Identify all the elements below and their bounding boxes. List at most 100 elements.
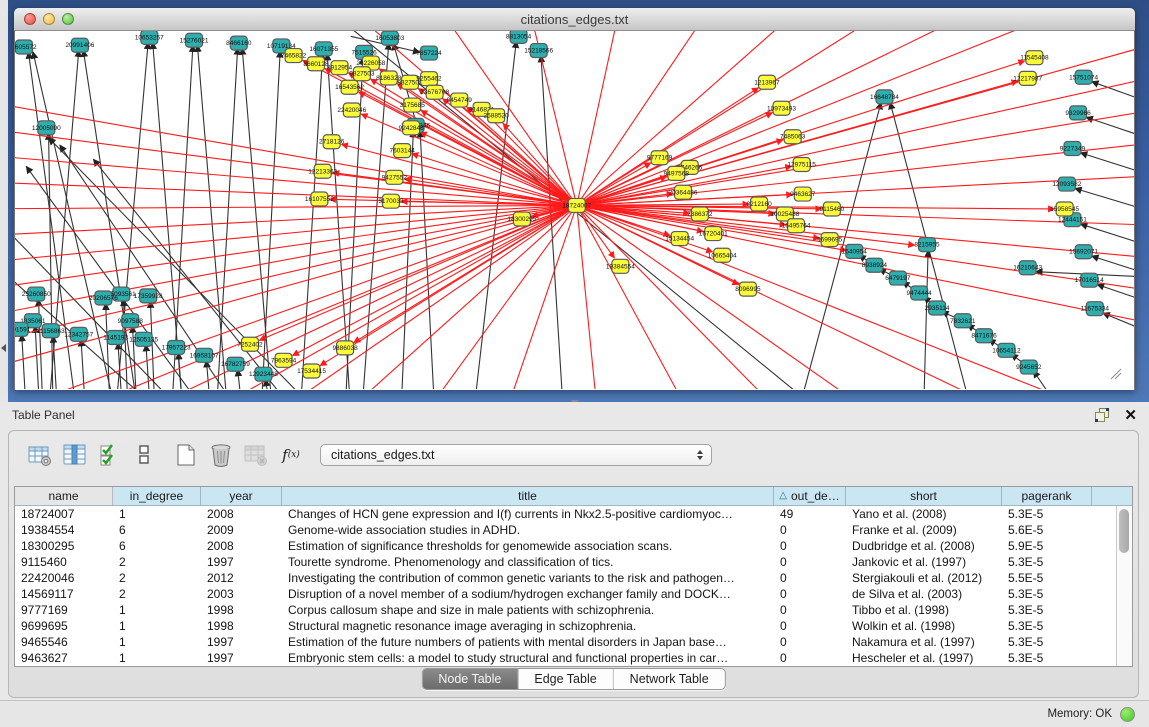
new-table-icon[interactable] [173, 442, 199, 468]
panel-collapse-arrow-icon[interactable] [1, 344, 6, 352]
table-row[interactable]: 1938455462009Genome-wide association stu… [15, 522, 1132, 538]
table-cell[interactable]: 0 [774, 651, 846, 665]
table-cell[interactable]: 0 [774, 603, 846, 617]
table-cell[interactable]: 0 [774, 587, 846, 601]
table-cell[interactable]: 6 [113, 523, 201, 537]
table-cell[interactable]: 0 [774, 619, 846, 633]
column-header-short[interactable]: short [846, 487, 1002, 505]
table-cell[interactable]: Hescheler et al. (1997) [846, 651, 1002, 665]
tab-network-table[interactable]: Network Table [613, 669, 725, 689]
table-cell[interactable]: 0 [774, 539, 846, 553]
table-cell[interactable]: Embryonic stem cells: a model to study s… [282, 651, 774, 665]
table-cell[interactable]: 0 [774, 523, 846, 537]
table-cell[interactable]: Tourette syndrome. Phenomenology and cla… [282, 555, 774, 569]
table-cell[interactable]: 1 [113, 635, 201, 649]
table-cell[interactable]: 1 [113, 619, 201, 633]
table-cell[interactable]: 18724007 [15, 507, 113, 521]
column-header-year[interactable]: year [201, 487, 282, 505]
network-graph[interactable]: 2605572209914061065325715276021846616010… [15, 31, 1134, 389]
table-cell[interactable]: 1997 [201, 635, 282, 649]
table-cell[interactable]: Estimation of the future numbers of pati… [282, 635, 774, 649]
scrollbar-thumb[interactable] [1119, 509, 1129, 553]
table-cell[interactable]: 2008 [201, 507, 282, 521]
table-cell[interactable]: 19384554 [15, 523, 113, 537]
table-cell[interactable]: Structural magnetic resonance image aver… [282, 619, 774, 633]
table-cell[interactable]: 2003 [201, 587, 282, 601]
table-row[interactable]: 946554611997Estimation of the future num… [15, 634, 1132, 650]
table-cell[interactable]: 1 [113, 651, 201, 665]
tab-node-table[interactable]: Node Table [422, 669, 517, 689]
network-canvas[interactable]: 2605572209914061065325715276021846616010… [14, 31, 1135, 390]
table-row[interactable]: 2242004622012Investigating the contribut… [15, 570, 1132, 586]
table-cell[interactable]: Franke et al. (2009) [846, 523, 1002, 537]
table-cell[interactable]: Stergiakouli et al. (2012) [846, 571, 1002, 585]
table-row[interactable]: 1872400712008Changes of HCN gene express… [15, 506, 1132, 522]
table-cell[interactable]: 2008 [201, 539, 282, 553]
table-cell[interactable]: 9115460 [15, 555, 113, 569]
close-window-button[interactable] [24, 13, 36, 25]
table-cell[interactable]: 1997 [201, 555, 282, 569]
table-row[interactable]: 911546021997Tourette syndrome. Phenomeno… [15, 554, 1132, 570]
column-header-name[interactable]: name [15, 487, 113, 505]
table-cell[interactable]: 2009 [201, 523, 282, 537]
table-cell[interactable]: 5.3E-5 [1002, 603, 1092, 617]
table-cell[interactable]: 1998 [201, 619, 282, 633]
column-header-title[interactable]: title [282, 487, 774, 505]
row-select-icon[interactable] [97, 442, 123, 468]
table-cell[interactable]: Yano et al. (2008) [846, 507, 1002, 521]
table-cell[interactable]: Changes of HCN gene expression and I(f) … [282, 507, 774, 521]
table-cell[interactable]: 0 [774, 635, 846, 649]
table-selector-dropdown[interactable]: citations_edges.txt [320, 444, 712, 466]
table-cell[interactable]: 1998 [201, 603, 282, 617]
table-cell[interactable]: 9465546 [15, 635, 113, 649]
network-window-titlebar[interactable]: citations_edges.txt [14, 8, 1135, 31]
table-row[interactable]: 946362711997Embryonic stem cells: a mode… [15, 650, 1132, 666]
table-cell[interactable]: 18300295 [15, 539, 113, 553]
table-cell[interactable]: Dudbridge et al. (2008) [846, 539, 1002, 553]
table-cell[interactable]: 2 [113, 587, 201, 601]
table-cell[interactable]: 49 [774, 507, 846, 521]
row-height-icon[interactable] [132, 442, 158, 468]
table-cell[interactable]: 2012 [201, 571, 282, 585]
table-cell[interactable]: Genome-wide association studies in ADHD. [282, 523, 774, 537]
table-cell[interactable]: Tibbo et al. (1998) [846, 603, 1002, 617]
table-cell[interactable]: 9463627 [15, 651, 113, 665]
table-cell[interactable]: Estimation of significance thresholds fo… [282, 539, 774, 553]
table-cell[interactable]: 2 [113, 571, 201, 585]
table-cell[interactable]: Disruption of a novel member of a sodium… [282, 587, 774, 601]
table-cell[interactable]: 2 [113, 555, 201, 569]
table-cell[interactable]: 5.9E-5 [1002, 539, 1092, 553]
column-header-pagerank[interactable]: pagerank [1002, 487, 1092, 505]
table-cell[interactable]: 5.5E-5 [1002, 571, 1092, 585]
tab-edge-table[interactable]: Edge Table [517, 669, 612, 689]
table-row[interactable]: 1830029562008Estimation of significance … [15, 538, 1132, 554]
table-cell[interactable]: 5.3E-5 [1002, 619, 1092, 633]
table-cell[interactable]: 5.3E-5 [1002, 507, 1092, 521]
table-settings-icon[interactable] [27, 442, 53, 468]
table-cell[interactable]: 9777169 [15, 603, 113, 617]
table-cell[interactable]: 0 [774, 555, 846, 569]
table-cell[interactable]: 5.3E-5 [1002, 555, 1092, 569]
float-panel-icon[interactable] [1095, 408, 1110, 423]
table-cell[interactable]: Corpus callosum shape and size in male p… [282, 603, 774, 617]
function-builder-icon[interactable]: f(x) [278, 442, 304, 468]
column-header-out_de[interactable]: △out_de… [774, 487, 846, 505]
table-cell[interactable]: 5.6E-5 [1002, 523, 1092, 537]
delete-table-icon[interactable] [243, 442, 269, 468]
vertical-scrollbar[interactable] [1116, 506, 1132, 666]
column-header-in_degree[interactable]: in_degree [113, 487, 201, 505]
table-cell[interactable]: 0 [774, 571, 846, 585]
table-cell[interactable]: Nakamura et al. (1997) [846, 635, 1002, 649]
close-panel-icon[interactable]: ✕ [1124, 408, 1137, 423]
minimize-window-button[interactable] [43, 13, 55, 25]
table-cell[interactable]: 5.3E-5 [1002, 635, 1092, 649]
table-row[interactable]: 977716911998Corpus callosum shape and si… [15, 602, 1132, 618]
canvas-resize-grip[interactable] [1111, 369, 1121, 379]
table-cell[interactable]: 9699695 [15, 619, 113, 633]
table-cell[interactable]: 22420046 [15, 571, 113, 585]
table-row[interactable]: 1456911722003Disruption of a novel membe… [15, 586, 1132, 602]
table-cell[interactable]: 5.3E-5 [1002, 651, 1092, 665]
zoom-window-button[interactable] [62, 13, 74, 25]
table-cell[interactable]: Jankovic et al. (1997) [846, 555, 1002, 569]
table-cell[interactable]: Investigating the contribution of common… [282, 571, 774, 585]
